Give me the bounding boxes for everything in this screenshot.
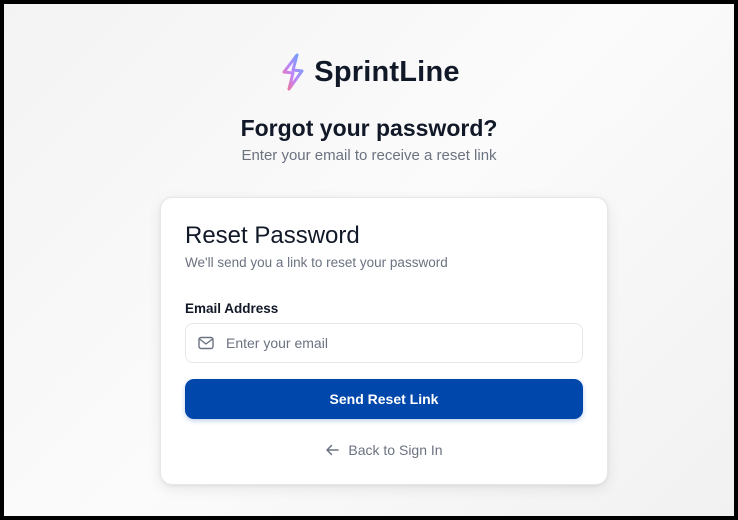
page-frame: SprintLine Forgot your password? Enter y… — [0, 0, 738, 520]
mail-icon — [198, 336, 214, 350]
card-description: We'll send you a link to reset your pass… — [185, 255, 448, 270]
email-field-wrapper[interactable] — [185, 323, 583, 363]
send-reset-link-button[interactable]: Send Reset Link — [185, 379, 583, 419]
lightning-bolt-icon — [282, 53, 304, 91]
reset-password-card: Reset Password We'll send you a link to … — [160, 197, 608, 485]
brand: SprintLine — [4, 52, 734, 92]
email-label: Email Address — [185, 301, 279, 316]
arrow-left-icon — [326, 444, 340, 456]
card-title: Reset Password — [185, 222, 360, 249]
email-input[interactable] — [226, 324, 576, 362]
page-subtitle: Enter your email to receive a reset link — [241, 147, 497, 164]
page-title: Forgot your password? — [240, 115, 498, 141]
back-to-sign-in-link[interactable]: Back to Sign In — [161, 442, 607, 458]
brand-name: SprintLine — [314, 55, 460, 88]
back-to-sign-in-label: Back to Sign In — [348, 442, 443, 458]
